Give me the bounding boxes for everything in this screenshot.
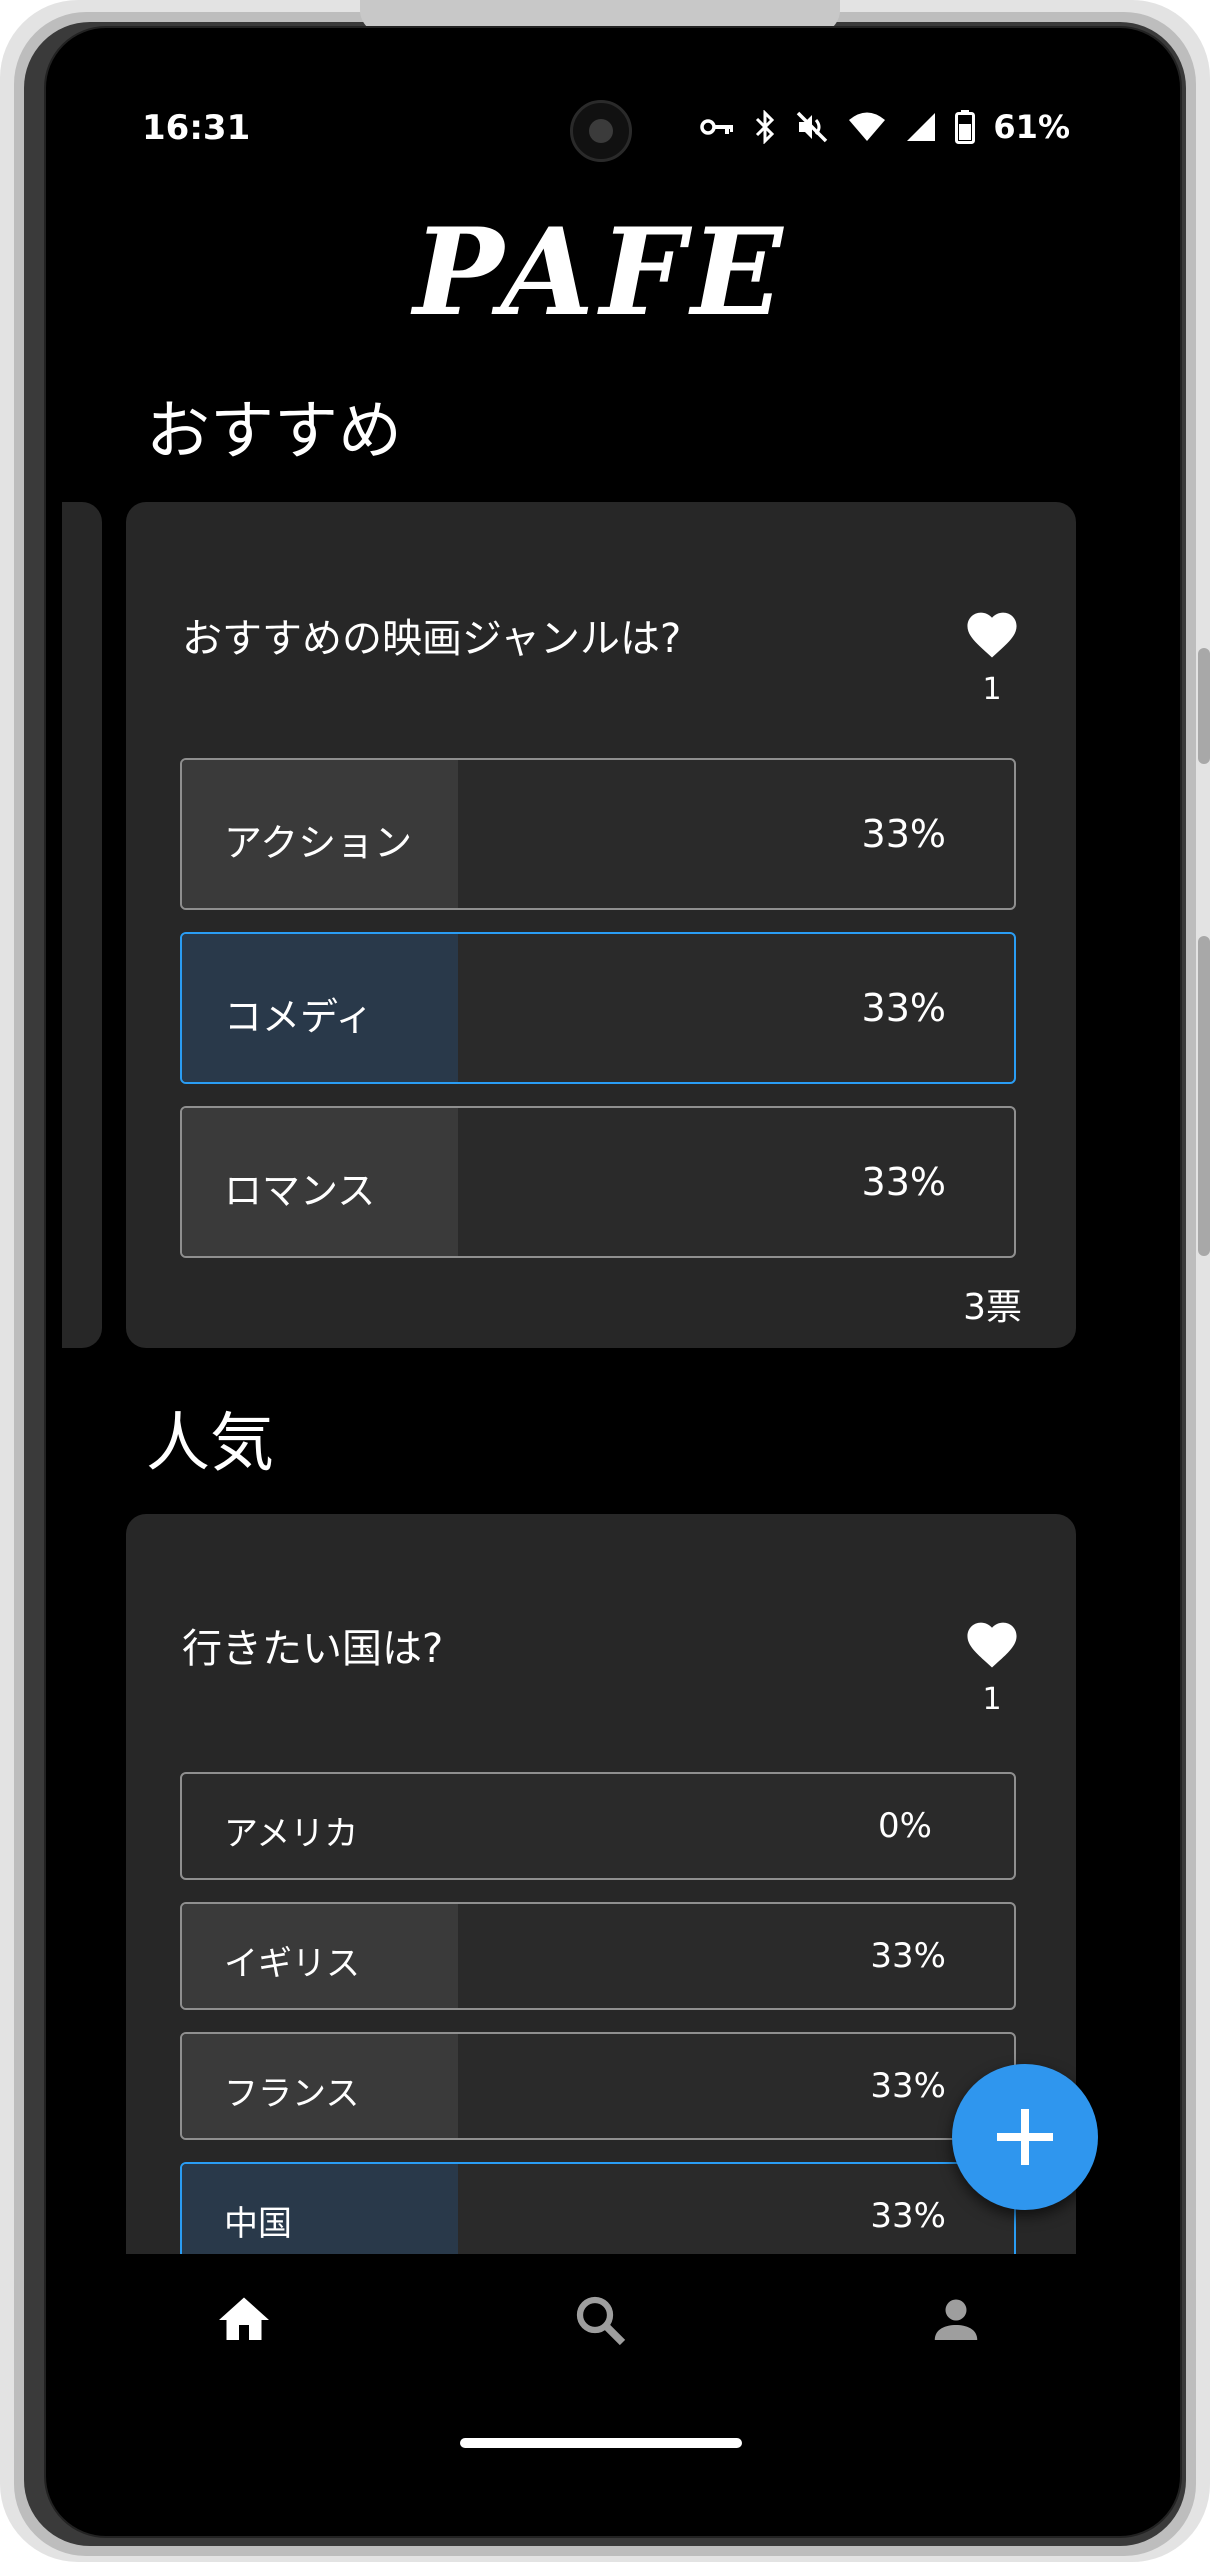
option-label: フランス: [224, 2074, 360, 2114]
option-label: アメリカ: [224, 1814, 359, 1854]
nav-profile[interactable]: [926, 2290, 986, 2354]
battery-icon: [955, 110, 976, 144]
home-icon: [219, 2297, 269, 2340]
option-label: イギリス: [224, 1944, 360, 1984]
section-title-popular: 人気: [146, 1407, 274, 1481]
option-percent: 0%: [878, 1806, 932, 1846]
option-percent: 33%: [861, 812, 946, 856]
option-label: ロマンス: [224, 1169, 376, 1213]
poll-card-recommended[interactable]: おすすめの映画ジャンルは? 1 アクション 33% コメディ 33% ロマンス …: [126, 502, 1076, 1348]
like-button[interactable]: 1: [952, 1616, 1032, 1717]
status-icons: 61%: [699, 108, 1070, 146]
heart-icon: [967, 1622, 1017, 1668]
app-logo: PAFE: [413, 202, 789, 343]
previous-card-peek[interactable]: [62, 502, 102, 1348]
poll-option-uk[interactable]: イギリス 33%: [180, 1902, 1016, 2010]
option-percent: 33%: [870, 1936, 946, 1976]
section-title-recommended: おすすめ: [146, 395, 402, 469]
side-button-power: [1198, 648, 1210, 764]
vote-count: 3票: [963, 1287, 1022, 1328]
poll-option-comedy[interactable]: コメディ 33%: [180, 932, 1016, 1084]
option-percent: 33%: [861, 986, 946, 1030]
mute-icon: [795, 110, 829, 144]
battery-percent: 61%: [993, 108, 1070, 146]
screen: 16:31 61% PAFE おすすめ おすすめの映画ジャンルは? 1 アクショ…: [62, 52, 1140, 2476]
like-count: 1: [982, 1682, 1002, 1717]
poll-card-popular[interactable]: 行きたい国は? 1 アメリカ 0% イギリス 33% フランス 33% 中国 3…: [126, 1514, 1076, 2334]
signal-icon: [905, 111, 937, 143]
option-percent: 33%: [861, 1160, 946, 1204]
poll-option-france[interactable]: フランス 33%: [180, 2032, 1016, 2140]
poll-question: 行きたい国は?: [182, 1626, 444, 1672]
side-button-volume: [1198, 936, 1210, 1256]
option-label: アクション: [224, 821, 413, 865]
home-indicator[interactable]: [460, 2438, 742, 2448]
poll-option-action[interactable]: アクション 33%: [180, 758, 1016, 910]
option-percent: 33%: [870, 2066, 946, 2106]
wifi-icon: [847, 111, 887, 143]
status-bar: 16:31 61%: [62, 52, 1140, 202]
option-percent: 33%: [870, 2196, 946, 2236]
like-button[interactable]: 1: [952, 606, 1032, 707]
create-poll-button[interactable]: [952, 2064, 1098, 2210]
front-camera: [570, 100, 632, 162]
plus-icon: [997, 2109, 1053, 2165]
search-icon: [576, 2296, 626, 2346]
option-label: 中国: [224, 2204, 292, 2244]
like-count: 1: [982, 672, 1002, 707]
poll-option-america[interactable]: アメリカ 0%: [180, 1772, 1016, 1880]
nav-search[interactable]: [570, 2290, 630, 2354]
status-time: 16:31: [142, 108, 251, 148]
poll-option-romance[interactable]: ロマンス 33%: [180, 1106, 1016, 1258]
nav-home[interactable]: [214, 2290, 274, 2354]
person-icon: [934, 2299, 978, 2340]
poll-question: おすすめの映画ジャンルは?: [182, 616, 682, 662]
bluetooth-icon: [753, 110, 777, 144]
heart-icon: [967, 612, 1017, 658]
option-label: コメディ: [224, 995, 374, 1039]
vpn-key-icon: [699, 115, 735, 139]
